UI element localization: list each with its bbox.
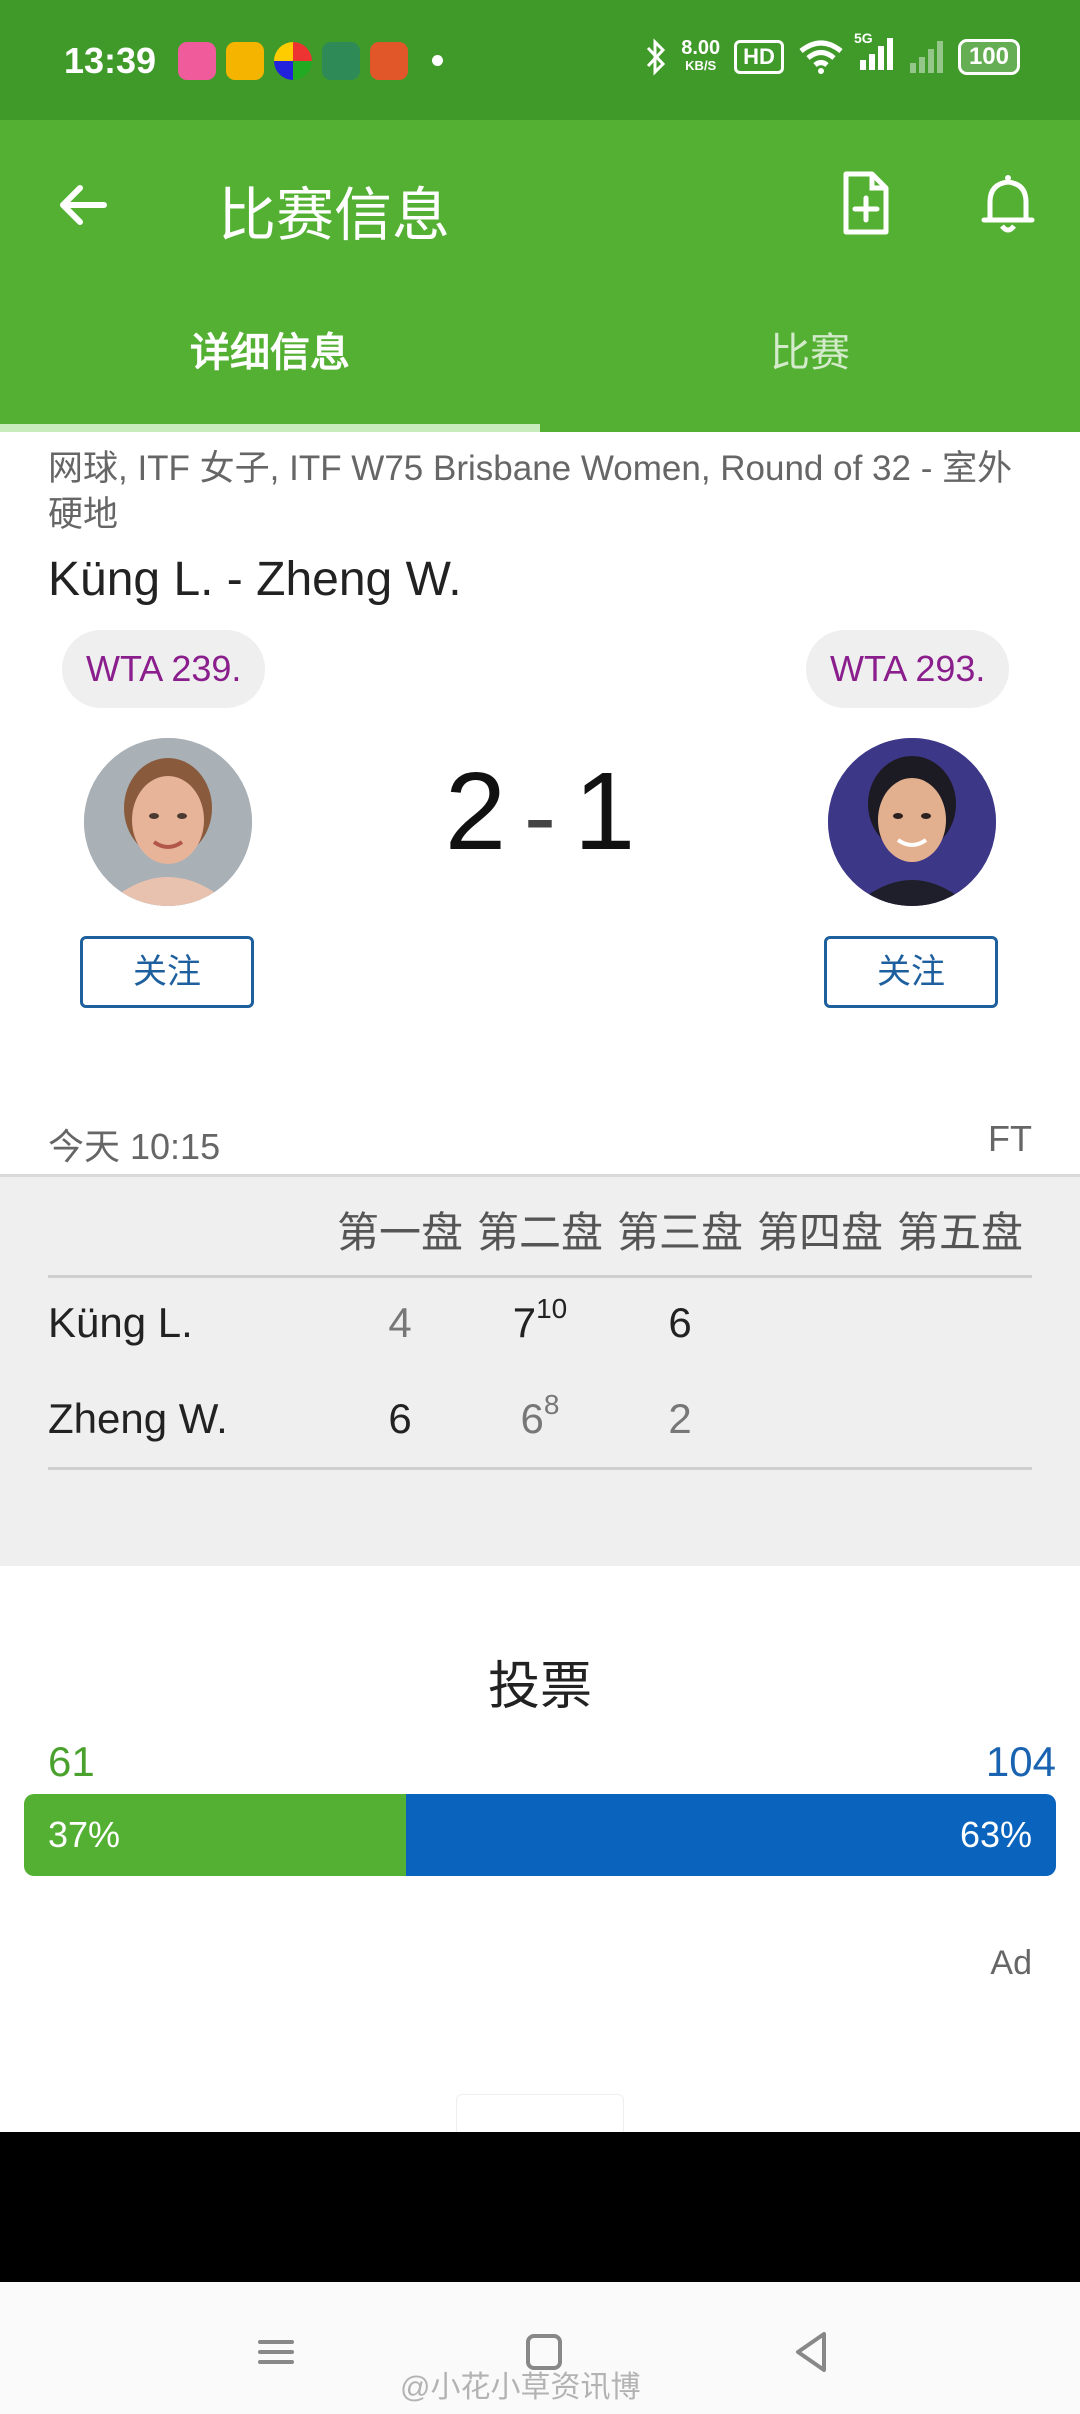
set-games: 6 [668,1299,692,1346]
vote-home-button[interactable]: 37% [24,1794,406,1876]
app-notification-icon [322,42,360,80]
app-notification-icon [178,42,216,80]
set-header: 第三盘 [616,1208,743,1257]
set-header: 第五盘 [896,1208,1023,1257]
away-player-rank: WTA 293. [806,630,1010,708]
score-cell: 68 [470,1389,610,1443]
ad-label: Ad [990,1944,1032,1982]
watermark: @小花小草资讯博 [400,2371,641,2404]
set-score-table: 第一盘 第二盘 第三盘 第四盘 第五盘 Küng L. 4 710 6 Zhen… [0,1174,1080,1566]
app-bar: 比赛信息 [0,120,1080,282]
away-player-avatar[interactable] [828,738,996,906]
score-cell: 2 [610,1395,750,1443]
table-divider [48,1275,1032,1278]
triangle-back-icon [796,2332,826,2372]
set-games: 7 [512,1299,537,1346]
back-button[interactable] [50,170,120,240]
set-games: 6 [388,1395,412,1442]
away-vote-count: 104 [985,1738,1056,1785]
status-bar: 13:39 8.00 KB/S HD 5G 100 [0,0,1080,120]
network-type-label: 5G [853,30,873,46]
nav-back-button[interactable] [782,2322,842,2382]
system-nav-bar: @小花小草资讯博 [0,2282,1080,2414]
match-info: 网球, ITF 女子, ITF W75 Brisbane Women, Roun… [48,449,1013,534]
home-player-rank: WTA 239. [62,630,266,708]
tab-details[interactable]: 详细信息 [0,320,540,378]
page-title: 比赛信息 [218,181,451,249]
match-title: Küng L. - Zheng W. [48,553,462,606]
match-score: 2-1 [370,748,710,875]
ad-area [0,2132,1080,2282]
set-games: 4 [388,1299,412,1346]
away-player-name: Zheng W. [48,1395,228,1442]
set-header: 第二盘 [476,1208,603,1257]
add-document-button[interactable] [830,168,900,238]
add-document-icon [843,171,889,235]
player-photo-icon [84,738,252,906]
network-speed-unit: KB/S [685,57,717,73]
set-header: 第一盘 [336,1208,463,1257]
network-speed: 8.00 KB/S [681,36,721,75]
signal-weak-icon [909,40,943,73]
home-player-name: Küng L. [48,1299,193,1346]
home-vote-percent: 37% [48,1814,121,1855]
tab-match[interactable]: 比赛 [540,320,1080,378]
tab-bar: 详细信息 比赛 [0,282,1080,432]
home-vote-count: 61 [48,1738,95,1785]
arrow-left-icon [60,185,107,225]
notification-button[interactable] [972,168,1044,240]
table-divider [48,1467,1032,1470]
active-tab-indicator [0,424,540,432]
recent-apps-button[interactable] [246,2322,306,2382]
set-header: 第四盘 [756,1208,883,1257]
player-photo-icon [828,738,996,906]
score-cell: 6 [610,1299,750,1347]
follow-home-button[interactable]: 关注 [80,936,254,1008]
match-status: FT [988,1118,1032,1159]
bluetooth-icon [647,37,666,76]
system-indicators: 8.00 KB/S HD 5G 100 [645,30,1020,77]
away-score: 1 [573,750,636,873]
home-score: 2 [444,750,507,873]
hd-badge: HD [734,39,784,74]
vote-away-button[interactable]: 63% [405,1794,1056,1876]
weibo-notification-icon [226,42,264,80]
set-games: 2 [668,1395,692,1442]
notification-icons [178,42,408,80]
app-notification-icon [274,42,312,80]
network-speed-value: 8.00 [681,36,721,59]
more-notifications-dot [432,55,443,66]
vote-bar: 37% 63% [24,1794,1056,1876]
wifi-icon [799,40,843,74]
tiebreak-score: 10 [536,1293,568,1324]
menu-icon [258,2340,294,2364]
score-cell: 6 [330,1395,470,1443]
set-headers: 第一盘 第二盘 第三盘 第四盘 第五盘 [330,1199,1030,1260]
away-vote-percent: 63% [959,1814,1032,1855]
match-time: 今天 10:15 [48,1126,221,1167]
bell-icon [981,175,1035,233]
tiebreak-score: 8 [543,1389,560,1420]
set-games: 6 [520,1395,544,1442]
follow-away-button[interactable]: 关注 [824,936,998,1008]
battery-indicator: 100 [957,38,1020,75]
app-notification-icon [370,42,408,80]
vote-title: 投票 [487,1657,592,1717]
score-separator: - [524,763,556,870]
score-cell: 4 [330,1299,470,1347]
score-cell: 710 [470,1293,610,1347]
ad-handle[interactable] [456,2094,624,2134]
home-player-avatar[interactable] [84,738,252,906]
status-time: 13:39 [64,40,157,81]
cellular-signal: 5G [854,30,894,77]
